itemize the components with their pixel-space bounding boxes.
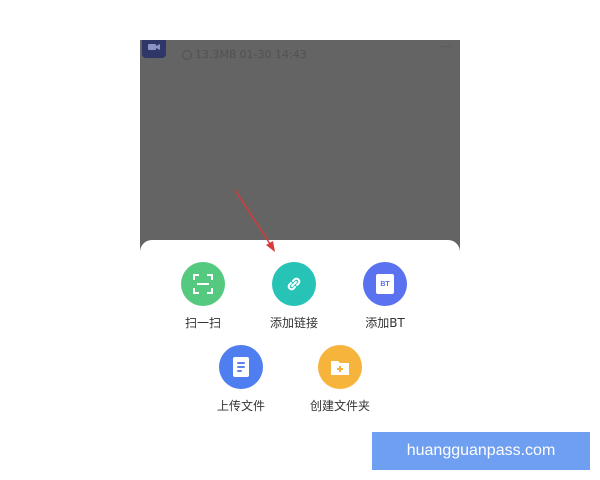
annotation-arrow xyxy=(234,189,275,252)
watermark-text: huangguanpass.com xyxy=(406,442,556,459)
watermark-banner: huangguanpass.com xyxy=(372,432,590,470)
